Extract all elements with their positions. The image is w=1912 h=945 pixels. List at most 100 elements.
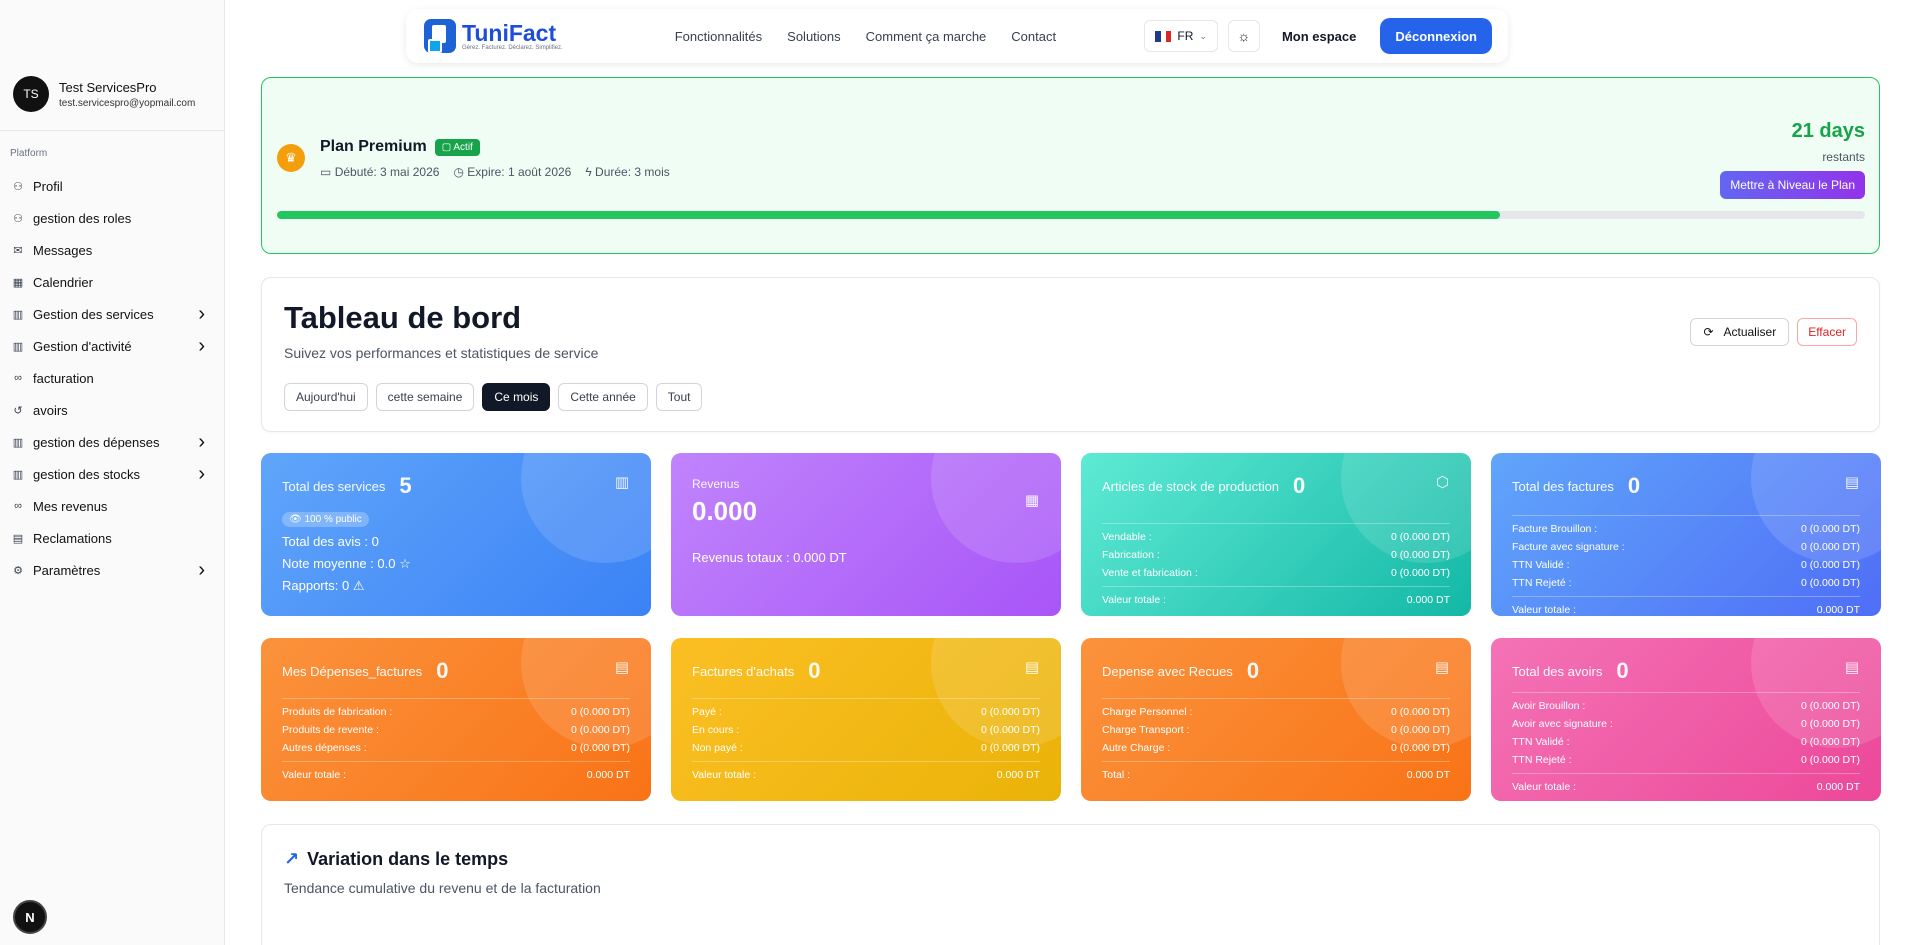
sidebar-item-11[interactable]: ▤ Reclamations xyxy=(0,522,225,554)
user-name: Test ServicesPro xyxy=(59,79,157,95)
card-revenus[interactable]: Revenus 0.000 ▦ Revenus totaux : 0.000 D… xyxy=(671,453,1061,616)
card-title: Factures d'achats xyxy=(692,663,795,679)
sidebar-item-2[interactable]: ✉ Messages xyxy=(0,234,225,266)
sidebar-item-8[interactable]: ▥ gestion des dépenses › xyxy=(0,426,225,458)
brand-name: TuniFact xyxy=(462,20,557,46)
nav-link-solutions[interactable]: Solutions xyxy=(787,29,840,44)
sidebar-item-10[interactable]: ∞ Mes revenus xyxy=(0,490,225,522)
nav-link-contact[interactable]: Contact xyxy=(1011,29,1056,44)
sidebar-item-label: Gestion des services xyxy=(33,306,154,322)
card-title: Articles de stock de production xyxy=(1102,478,1280,494)
document-icon: ▤ xyxy=(1844,659,1859,676)
card-achats[interactable]: Factures d'achats 0 ▤ Payé :0 (0.000 DT) … xyxy=(671,638,1061,801)
period-filters: Aujourd'hui cette semaine Ce mois Cette ann… xyxy=(284,383,703,411)
sidebar-item-5[interactable]: ▥ Gestion d'activité › xyxy=(0,330,225,362)
card-title: Revenus xyxy=(692,477,740,491)
user-profile[interactable]: TS Test ServicesPro test.servicespro@yop… xyxy=(13,76,195,112)
card-depenses[interactable]: Mes Dépenses_factures 0 ▤ Produits de fab… xyxy=(261,638,651,801)
filter-button[interactable]: Ce mois xyxy=(482,383,551,411)
top-navbar: TuniFact Gérez. Facturez. Déclarez. Simp… xyxy=(406,9,1508,63)
next-dev-badge[interactable]: N xyxy=(13,900,47,934)
document-icon: ▤ xyxy=(12,532,24,545)
total-reviews: Total des avis : 0 xyxy=(282,534,379,549)
upgrade-plan-button[interactable]: Mettre à Niveau le Plan xyxy=(1720,171,1865,199)
undo-icon: ↺ xyxy=(13,404,23,417)
sidebar-item-12[interactable]: ⚙ Paramètres › xyxy=(0,554,225,586)
zap-icon: ϟ xyxy=(585,165,592,179)
card-value: 0.000 xyxy=(692,496,758,526)
settings-icon: ⚙ xyxy=(13,564,23,577)
card-total-services[interactable]: Total des services 5 ▥ 👁 100 % public Tot… xyxy=(261,453,651,616)
nav-link-fonctionnalites[interactable]: Fonctionnalités xyxy=(675,29,762,44)
logo[interactable]: TuniFact Gérez. Facturez. Déclarez. Simp… xyxy=(424,19,563,53)
plan-progress-bar xyxy=(277,211,1865,219)
card-rows: Produits de fabrication :0 (0.000 DT) Pr… xyxy=(282,694,630,784)
nav-link-comment[interactable]: Comment ça marche xyxy=(866,29,987,44)
days-remaining-label: restants xyxy=(1822,150,1865,164)
plan-start: Débuté: 3 mai 2026 xyxy=(334,165,440,179)
sidebar-item-9[interactable]: ▥ gestion des stocks › xyxy=(0,458,225,490)
section-subtitle: Tendance cumulative du revenu et de la f… xyxy=(284,880,601,896)
plan-expiry: Expire: 1 août 2026 xyxy=(467,165,572,179)
user-cog-icon: ⚇ xyxy=(13,212,23,225)
page-title: Tableau de bord xyxy=(284,300,522,335)
sidebar: TS Test ServicesPro test.servicespro@yop… xyxy=(0,0,225,945)
card-value: 5 xyxy=(399,473,412,498)
theme-toggle-button[interactable]: ☼ xyxy=(1227,20,1260,52)
card-rows: Payé :0 (0.000 DT) En cours :0 (0.000 DT… xyxy=(692,694,1040,784)
card-value: 0 xyxy=(1246,658,1260,683)
document-icon: ▤ xyxy=(614,659,629,676)
clock-icon: ◷ xyxy=(453,165,464,179)
user-icon: ⚇ xyxy=(13,180,23,193)
crown-icon: ♛ xyxy=(277,144,305,172)
briefcase-icon: ▥ xyxy=(12,340,24,353)
card-title: Mes Dépenses_factures xyxy=(282,663,423,679)
sidebar-item-label: avoirs xyxy=(33,402,68,418)
sidebar-item-label: Messages xyxy=(33,242,93,258)
my-space-link[interactable]: Mon espace xyxy=(1282,29,1356,44)
warning-icon: ⚠ xyxy=(352,578,365,593)
average-rating: Note moyenne : 0.0 ☆ xyxy=(282,556,411,571)
plan-progress-fill xyxy=(277,211,1500,219)
card-stock[interactable]: Articles de stock de production 0 ⬡ Venda… xyxy=(1081,453,1471,616)
sidebar-item-7[interactable]: ↺ avoirs xyxy=(0,394,225,426)
variation-section: ↗ Variation dans le temps Tendance cumula… xyxy=(261,824,1880,945)
briefcase-icon: ▥ xyxy=(12,468,24,481)
card-total-factures[interactable]: Total des factures 0 ▤ Facture Brouillon … xyxy=(1491,453,1881,616)
logout-button[interactable]: Déconnexion xyxy=(1380,18,1492,54)
clear-button[interactable]: Effacer xyxy=(1797,318,1857,346)
sidebar-item-label: gestion des stocks xyxy=(33,466,140,482)
sidebar-group-label: Platform xyxy=(10,148,48,159)
calendar-icon: ▦ xyxy=(1024,492,1039,509)
sidebar-item-0[interactable]: ⚇ Profil xyxy=(0,170,225,202)
filter-button[interactable]: Cette année xyxy=(558,383,648,411)
sidebar-item-3[interactable]: ▦ Calendrier xyxy=(0,266,225,298)
calendar-icon: ▦ xyxy=(12,276,24,289)
sidebar-item-label: gestion des dépenses xyxy=(33,434,160,450)
sidebar-item-1[interactable]: ⚇ gestion des roles xyxy=(0,202,225,234)
sidebar-item-6[interactable]: ∞ facturation xyxy=(0,362,225,394)
sidebar-item-label: Paramètres xyxy=(33,562,101,578)
brand-tagline: Gérez. Facturez. Déclarez. Simplifiez. xyxy=(462,45,563,51)
document-icon: ▤ xyxy=(1024,659,1039,676)
plan-title: Plan Premium xyxy=(320,138,427,155)
filter-button[interactable]: Aujourd'hui xyxy=(284,383,368,411)
sidebar-item-4[interactable]: ▥ Gestion des services › xyxy=(0,298,225,330)
refresh-button[interactable]: ⟳ Actualiser xyxy=(1690,318,1790,346)
user-email: test.servicespro@yopmail.com xyxy=(59,97,196,109)
star-icon: ☆ xyxy=(399,556,411,571)
chevron-right-icon: › xyxy=(198,334,205,357)
filter-button[interactable]: Tout xyxy=(655,383,703,411)
filter-button[interactable]: cette semaine xyxy=(375,383,475,411)
document-icon: ▤ xyxy=(1844,474,1859,491)
plan-meta: ▭ Débuté: 3 mai 2026 ◷ Expire: 1 août 20… xyxy=(320,165,670,179)
card-value: 0 xyxy=(808,658,821,683)
briefcase-icon: ▥ xyxy=(12,308,24,321)
card-avoirs[interactable]: Total des avoirs 0 ▤ Avoir Brouillon :0 (… xyxy=(1491,638,1881,801)
card-value: 0 xyxy=(436,658,449,683)
card-title: Total des avoirs xyxy=(1512,663,1603,679)
card-recues[interactable]: Depense avec Recues 0 ▤ Charge Personnel … xyxy=(1081,638,1471,801)
sidebar-item-label: Reclamations xyxy=(33,530,112,546)
france-flag-icon xyxy=(1155,30,1172,42)
language-select[interactable]: FR ⌄ xyxy=(1144,20,1218,52)
